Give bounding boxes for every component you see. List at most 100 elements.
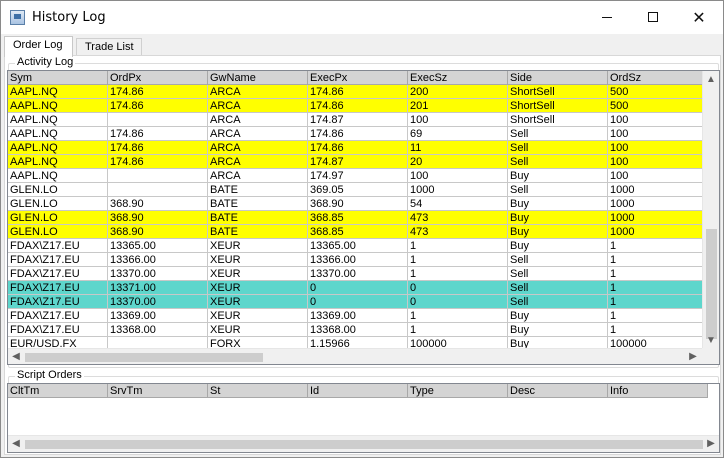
table-row[interactable]: AAPL.NQ ARCA 174.97 100 Buy 100: [8, 169, 708, 183]
scroll-left-icon[interactable]: ◀: [8, 349, 24, 364]
cell-sym: FDAX\Z17.EU: [8, 281, 108, 295]
cell-ordsz: 100: [608, 155, 708, 169]
close-icon: ✕: [692, 8, 706, 27]
history-log-window: History Log ✕ Order Log Trade List Activ…: [0, 0, 724, 458]
table-row[interactable]: GLEN.LO BATE 369.05 1000 Sell 1000: [8, 183, 708, 197]
horizontal-scroll-thumb[interactable]: [25, 353, 263, 362]
cell-gwname: BATE: [208, 225, 308, 239]
cell-side: Sell: [508, 155, 608, 169]
table-row[interactable]: FDAX\Z17.EU 13371.00 XEUR 0 0 Sell 1: [8, 281, 708, 295]
cell-ordpx: 13369.00: [108, 309, 208, 323]
cell-ordsz: 1000: [608, 225, 708, 239]
scroll-down-icon[interactable]: ▼: [703, 332, 719, 349]
title-bar[interactable]: History Log ✕: [1, 1, 723, 34]
table-row[interactable]: FDAX\Z17.EU 13366.00 XEUR 13366.00 1 Sell 1: [8, 253, 708, 267]
column-header-clttm[interactable]: CltTm: [8, 384, 108, 398]
cell-sym: FDAX\Z17.EU: [8, 323, 108, 337]
table-row[interactable]: FDAX\Z17.EU 13368.00 XEUR 13368.00 1 Buy 1: [8, 323, 708, 337]
table-row[interactable]: AAPL.NQ 174.86 ARCA 174.86 200 ShortSell 500: [8, 85, 708, 99]
table-row[interactable]: FDAX\Z17.EU 13370.00 XEUR 0 0 Sell 1: [8, 295, 708, 309]
cell-gwname: ARCA: [208, 85, 308, 99]
table-row[interactable]: AAPL.NQ 174.86 ARCA 174.86 69 Sell 100: [8, 127, 708, 141]
cell-execpx: 13369.00: [308, 309, 408, 323]
activity-horizontal-scrollbar[interactable]: ◀ ▶: [8, 348, 702, 364]
cell-side: Sell: [508, 281, 608, 295]
table-row[interactable]: GLEN.LO 368.90 BATE 368.85 473 Buy 1000: [8, 211, 708, 225]
maximize-button[interactable]: [630, 1, 676, 34]
cell-side: Buy: [508, 323, 608, 337]
column-header-side[interactable]: Side: [508, 71, 608, 85]
scroll-left-icon[interactable]: ◀: [8, 436, 24, 452]
cell-sym: GLEN.LO: [8, 197, 108, 211]
column-header-gwname[interactable]: GwName: [208, 71, 308, 85]
table-row[interactable]: AAPL.NQ 174.86 ARCA 174.86 201 ShortSell 500: [8, 99, 708, 113]
activity-log-header: Sym OrdPx GwName ExecPx ExecSz Side OrdS…: [8, 71, 708, 85]
table-row[interactable]: FDAX\Z17.EU 13369.00 XEUR 13369.00 1 Buy 1: [8, 309, 708, 323]
column-header-execsz[interactable]: ExecSz: [408, 71, 508, 85]
activity-log-grid[interactable]: Sym OrdPx GwName ExecPx ExecSz Side OrdS…: [7, 70, 720, 365]
table-row[interactable]: FDAX\Z17.EU 13365.00 XEUR 13365.00 1 Buy 1: [8, 239, 708, 253]
cell-execsz: 54: [408, 197, 508, 211]
cell-execsz: 473: [408, 225, 508, 239]
script-orders-grid[interactable]: CltTm SrvTm St Id Type Desc Info ◀ ▶: [7, 383, 720, 453]
cell-execpx: 369.05: [308, 183, 408, 197]
column-header-id[interactable]: Id: [308, 384, 408, 398]
cell-ordsz: 100: [608, 169, 708, 183]
cell-gwname: XEUR: [208, 253, 308, 267]
column-header-info[interactable]: Info: [608, 384, 708, 398]
cell-sym: AAPL.NQ: [8, 99, 108, 113]
cell-gwname: XEUR: [208, 323, 308, 337]
cell-ordsz: 500: [608, 99, 708, 113]
table-row[interactable]: AAPL.NQ 174.86 ARCA 174.87 20 Sell 100: [8, 155, 708, 169]
window-title: History Log: [32, 10, 106, 25]
cell-ordsz: 1: [608, 295, 708, 309]
minimize-button[interactable]: [584, 1, 630, 34]
column-header-st[interactable]: St: [208, 384, 308, 398]
column-header-execpx[interactable]: ExecPx: [308, 71, 408, 85]
column-header-desc[interactable]: Desc: [508, 384, 608, 398]
table-row[interactable]: AAPL.NQ 174.86 ARCA 174.86 11 Sell 100: [8, 141, 708, 155]
client-area: Order Log Trade List Activity Log Sym Or…: [1, 34, 723, 457]
table-row[interactable]: GLEN.LO 368.90 BATE 368.85 473 Buy 1000: [8, 225, 708, 239]
cell-ordpx: 174.86: [108, 85, 208, 99]
scroll-right-icon[interactable]: ▶: [685, 349, 701, 364]
cell-ordsz: 1: [608, 239, 708, 253]
column-header-srvtm[interactable]: SrvTm: [108, 384, 208, 398]
cell-execsz: 1: [408, 239, 508, 253]
tab-order-log[interactable]: Order Log: [4, 36, 73, 57]
scroll-up-icon[interactable]: ▲: [703, 71, 719, 88]
cell-sym: GLEN.LO: [8, 211, 108, 225]
cell-ordpx: 174.86: [108, 141, 208, 155]
table-row[interactable]: AAPL.NQ ARCA 174.87 100 ShortSell 100: [8, 113, 708, 127]
column-header-ordpx[interactable]: OrdPx: [108, 71, 208, 85]
cell-execsz: 200: [408, 85, 508, 99]
column-header-sym[interactable]: Sym: [8, 71, 108, 85]
activity-log-label: Activity Log: [15, 56, 76, 69]
app-window-icon: [10, 10, 25, 25]
column-header-type[interactable]: Type: [408, 384, 508, 398]
cell-side: Sell: [508, 253, 608, 267]
cell-execpx: 0: [308, 281, 408, 295]
scroll-right-icon[interactable]: ▶: [703, 436, 719, 452]
cell-ordpx: 13365.00: [108, 239, 208, 253]
cell-execsz: 100: [408, 113, 508, 127]
cell-ordsz: 100: [608, 113, 708, 127]
cell-ordsz: 500: [608, 85, 708, 99]
activity-vertical-scrollbar[interactable]: ▲ ▼: [702, 71, 719, 349]
script-horizontal-scrollbar[interactable]: ◀ ▶: [8, 435, 719, 452]
horizontal-scroll-thumb[interactable]: [25, 440, 703, 449]
cell-sym: GLEN.LO: [8, 225, 108, 239]
cell-ordpx: 13370.00: [108, 295, 208, 309]
close-button[interactable]: ✕: [676, 1, 722, 34]
table-row[interactable]: FDAX\Z17.EU 13370.00 XEUR 13370.00 1 Sell 1: [8, 267, 708, 281]
cell-sym: FDAX\Z17.EU: [8, 239, 108, 253]
vertical-scroll-thumb[interactable]: [706, 229, 717, 339]
column-header-ordsz[interactable]: OrdSz: [608, 71, 708, 85]
cell-execsz: 11: [408, 141, 508, 155]
tab-trade-list[interactable]: Trade List: [76, 38, 142, 56]
cell-ordsz: 1: [608, 323, 708, 337]
cell-execpx: 368.90: [308, 197, 408, 211]
cell-execpx: 13366.00: [308, 253, 408, 267]
table-row[interactable]: GLEN.LO 368.90 BATE 368.90 54 Buy 1000: [8, 197, 708, 211]
cell-gwname: ARCA: [208, 169, 308, 183]
